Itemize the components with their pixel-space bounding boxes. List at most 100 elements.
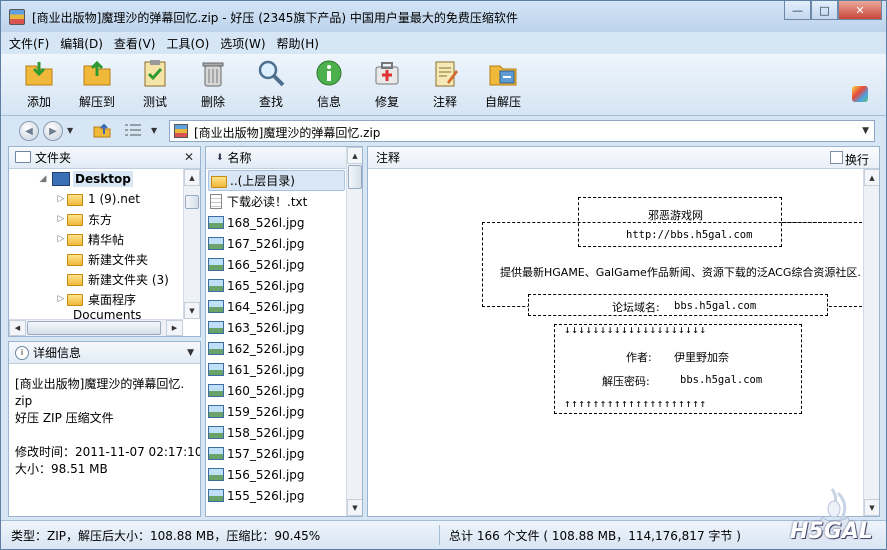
tree-item[interactable]: ▷ 精华帖: [55, 229, 124, 249]
add-button[interactable]: 添加: [11, 58, 67, 114]
file-row[interactable]: 157_526l.jpg: [208, 443, 305, 464]
wrap-checkbox[interactable]: [830, 151, 843, 164]
delete-button[interactable]: 删除: [185, 58, 241, 114]
detail-filetype: 好压 ZIP 压缩文件: [15, 411, 114, 425]
folder-icon: [211, 175, 227, 188]
folder-horizontal-scrollbar[interactable]: ◀ ▶: [9, 319, 183, 336]
collapsed-arrow-icon[interactable]: ▷: [55, 214, 67, 224]
collapsed-arrow-icon[interactable]: ▷: [55, 194, 67, 204]
scroll-up-arrow-icon[interactable]: ▲: [864, 169, 879, 186]
info-button[interactable]: 信息: [301, 58, 357, 114]
file-row[interactable]: 159_526l.jpg: [208, 401, 305, 422]
tree-item[interactable]: Documents: [37, 309, 141, 319]
back-arrow-icon[interactable]: ◀: [19, 121, 39, 141]
file-row[interactable]: 168_526l.jpg: [208, 212, 305, 233]
collapsed-arrow-icon[interactable]: ▷: [55, 234, 67, 244]
scroll-up-arrow-icon[interactable]: ▲: [184, 169, 200, 186]
site-name: 邪恶游戏网: [648, 209, 703, 222]
add-archive-icon: [24, 58, 54, 88]
minimize-button[interactable]: —: [784, 1, 811, 20]
parent-directory-row[interactable]: ..(上层目录): [208, 170, 345, 191]
file-row[interactable]: 167_526l.jpg: [208, 233, 305, 254]
tree-item-label: 东方: [88, 212, 113, 227]
file-row[interactable]: 155_526l.jpg: [208, 485, 305, 506]
address-dropdown-icon[interactable]: ▼: [862, 126, 869, 136]
status-right: 总计 166 个文件 ( 108.88 MB，114,176,817 字节 ): [449, 529, 741, 543]
close-button[interactable]: ✕: [838, 1, 882, 20]
collapsed-arrow-icon[interactable]: ▷: [55, 294, 67, 304]
file-list-header[interactable]: ⬇ 名称: [206, 147, 362, 169]
file-row[interactable]: 156_526l.jpg: [208, 464, 305, 485]
info-label: 信息: [316, 95, 341, 109]
detail-size: 大小：98.51 MB: [15, 462, 108, 476]
file-row[interactable]: 164_526l.jpg: [208, 296, 305, 317]
tree-item-desktop[interactable]: ◢ Desktop: [37, 169, 133, 189]
detail-pane-title: 详细信息: [33, 346, 82, 360]
file-list-vertical-scrollbar[interactable]: ▲ ▼: [346, 147, 362, 516]
name-column-header[interactable]: 名称: [228, 149, 252, 166]
author-label: 作者:: [626, 351, 652, 364]
file-row[interactable]: 162_526l.jpg: [208, 338, 305, 359]
scroll-up-arrow-icon[interactable]: ▲: [347, 147, 362, 164]
file-row[interactable]: 160_526l.jpg: [208, 380, 305, 401]
password-label: 解压密码:: [602, 375, 650, 388]
image-file-icon: [208, 216, 224, 229]
tree-item[interactable]: ▷ 1 (9).net: [55, 189, 140, 209]
find-button[interactable]: 查找: [243, 58, 299, 114]
site-url: http://bbs.h5gal.com: [626, 229, 753, 241]
menu-view[interactable]: 查看(V): [114, 35, 156, 52]
menu-tools[interactable]: 工具(O): [166, 35, 209, 52]
scroll-down-arrow-icon[interactable]: ▼: [347, 499, 362, 516]
file-row[interactable]: 166_526l.jpg: [208, 254, 305, 275]
detail-filename-line2: zip: [15, 394, 33, 408]
view-dropdown-icon[interactable]: ▼: [151, 126, 157, 135]
password-value: bbs.h5gal.com: [680, 374, 763, 386]
file-row[interactable]: 161_526l.jpg: [208, 359, 305, 380]
repair-button[interactable]: 修复: [359, 58, 415, 114]
tree-item[interactable]: ▷ 东方: [55, 209, 112, 229]
scroll-thumb[interactable]: [27, 321, 161, 335]
menu-options[interactable]: 选项(W): [220, 35, 265, 52]
menu-help[interactable]: 帮助(H): [277, 35, 319, 52]
file-row[interactable]: 165_526l.jpg: [208, 275, 305, 296]
up-folder-icon[interactable]: [93, 122, 111, 138]
maximize-button[interactable]: □: [811, 1, 838, 20]
file-list-pane: ⬇ 名称 ..(上层目录) 下载必读！.txt 168_526l.jpg 167…: [205, 146, 363, 517]
app-window: [商业出版物]魔理沙的弹幕回忆.zip - 好压 (2345旗下产品) 中国用户…: [0, 0, 887, 550]
file-row[interactable]: 下载必读！.txt: [208, 191, 307, 212]
menu-file[interactable]: 文件(F): [9, 35, 49, 52]
skin-palette-icon[interactable]: [852, 86, 868, 102]
scroll-thumb[interactable]: [185, 195, 199, 209]
folder-pane-close-icon[interactable]: ✕: [184, 150, 194, 164]
tree-item[interactable]: 新建文件夹 (3): [55, 269, 169, 289]
image-file-icon: [208, 300, 224, 313]
history-dropdown-icon[interactable]: ▼: [67, 126, 73, 135]
image-file-icon: [208, 321, 224, 334]
tree-item[interactable]: ▷ 桌面程序: [55, 289, 136, 309]
file-row[interactable]: 158_526l.jpg: [208, 422, 305, 443]
sfx-button[interactable]: 自解压: [475, 58, 531, 114]
menu-edit[interactable]: 编辑(D): [60, 35, 103, 52]
comment-vertical-scrollbar[interactable]: ▲ ▼: [863, 169, 879, 516]
scroll-down-arrow-icon[interactable]: ▼: [184, 302, 200, 319]
tree-item[interactable]: 新建文件夹: [55, 249, 148, 269]
detail-collapse-icon[interactable]: ▼: [187, 348, 194, 358]
menu-bar: 文件(F) 编辑(D) 查看(V) 工具(O) 选项(W) 帮助(H): [1, 32, 886, 54]
forward-arrow-icon[interactable]: ▶: [43, 121, 63, 141]
folder-vertical-scrollbar[interactable]: ▲ ▼: [183, 169, 200, 319]
status-bar: 类型：ZIP，解压后大小：108.88 MB，压缩比：90.45% 总计 166…: [1, 520, 886, 549]
address-field[interactable]: [商业出版物]魔理沙的弹幕回忆.zip ▼: [169, 120, 875, 142]
expanded-arrow-icon[interactable]: ◢: [37, 174, 49, 184]
test-clipboard-icon: [140, 58, 170, 88]
test-button[interactable]: 测试: [127, 58, 183, 114]
extract-to-button[interactable]: 解压到: [69, 58, 125, 114]
file-row[interactable]: 163_526l.jpg: [208, 317, 305, 338]
view-mode-icon[interactable]: [125, 124, 141, 136]
file-name: 166_526l.jpg: [227, 257, 305, 272]
scroll-left-arrow-icon[interactable]: ◀: [9, 320, 26, 336]
scroll-right-arrow-icon[interactable]: ▶: [166, 320, 183, 336]
zip-file-icon: [174, 124, 188, 138]
comment-button[interactable]: 注释: [417, 58, 473, 114]
scroll-thumb[interactable]: [348, 165, 362, 189]
tree-item-label: 桌面程序: [88, 292, 137, 307]
